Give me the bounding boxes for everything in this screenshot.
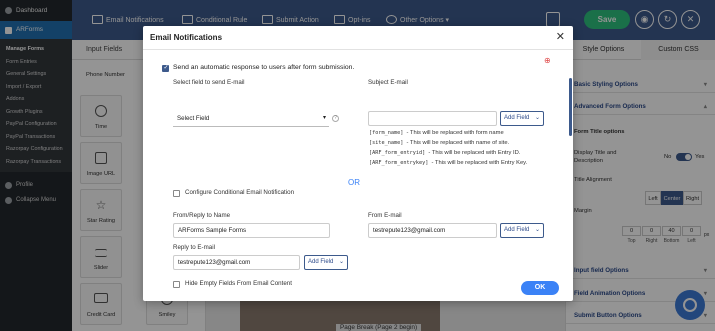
or-separator: OR <box>348 178 360 187</box>
help-icon[interactable]: ? <box>332 115 339 122</box>
shortcode-form-name-code: [form_name] <box>369 130 404 136</box>
from-email-add-field-label: Add Field <box>504 227 530 233</box>
modal-title: Email Notifications <box>143 26 573 50</box>
chevron-down-icon: ▾ <box>322 115 326 121</box>
subject-add-field-label: Add Field <box>504 115 530 121</box>
shortcode-entry-key: [ARF_form_entrykey] - This will be repla… <box>369 160 527 166</box>
shortcode-entry-id: [ARF_form_entryid] - This will be replac… <box>369 150 520 156</box>
shortcode-entry-key-desc: - This will be replaced with Entry Key. <box>431 160 528 166</box>
subject-add-field-button[interactable]: Add Field ⌄ <box>500 111 544 126</box>
select-field-label: Select field to send E-mail <box>173 79 245 86</box>
hide-empty-fields-label: Hide Empty Fields From Email Content <box>185 280 292 287</box>
from-reply-name-label: From/Reply to Name <box>173 212 231 219</box>
shortcode-form-name: [form_name] - This will be replaced with… <box>369 130 504 136</box>
close-icon: ✕ <box>555 31 565 43</box>
subject-email-label: Subject E-mail <box>368 79 408 86</box>
reply-to-email-label: Reply to E-mail <box>173 244 215 251</box>
subject-email-input[interactable] <box>368 111 497 126</box>
modal-scrollbar[interactable] <box>569 78 572 136</box>
reply-to-add-field-label: Add Field <box>308 259 334 265</box>
conditional-email-checkbox[interactable] <box>173 190 180 197</box>
send-auto-response-label: Send an automatic response to users afte… <box>173 64 355 71</box>
send-auto-response-checkbox[interactable] <box>162 64 169 72</box>
from-email-label: From E-mail <box>368 212 402 219</box>
select-field-value: Select Field <box>177 115 210 122</box>
shortcode-site-name-code: [site_name] <box>369 140 404 146</box>
modal-close-button[interactable]: ✕ <box>556 30 565 44</box>
modal-body: Send an automatic response to users afte… <box>143 50 573 301</box>
lifebuoy-help-icon[interactable]: ⊕ <box>544 56 551 65</box>
shortcode-entry-id-code: [ARF_form_entryid] <box>369 150 426 156</box>
shortcode-form-name-desc: - This will be replaced with form name <box>406 130 504 136</box>
ok-button[interactable]: OK <box>521 281 559 295</box>
from-email-input[interactable]: testrepute123@gmail.com <box>368 223 497 238</box>
chevron-down-icon: ⌄ <box>338 259 344 265</box>
select-field-dropdown[interactable]: Select Field ▾ <box>173 112 329 127</box>
hide-empty-fields-checkbox[interactable] <box>173 281 180 288</box>
shortcode-site-name-desc: - This will be replaced with name of sit… <box>406 140 510 146</box>
conditional-email-label: Configure Conditional Email Notification <box>185 189 295 196</box>
from-reply-name-input[interactable]: ARForms Sample Forms <box>173 223 330 238</box>
from-email-add-field-button[interactable]: Add Field ⌄ <box>500 223 544 238</box>
chevron-down-icon: ⌄ <box>534 227 540 233</box>
chevron-down-icon: ⌄ <box>534 115 540 121</box>
email-notifications-modal: Email Notifications ✕ Send an automatic … <box>143 26 573 301</box>
reply-to-email-input[interactable]: testrepute123@gmail.com <box>173 255 300 270</box>
reply-to-add-field-button[interactable]: Add Field ⌄ <box>304 255 348 270</box>
shortcode-site-name: [site_name] - This will be replaced with… <box>369 140 509 146</box>
shortcode-entry-key-code: [ARF_form_entrykey] <box>369 160 429 166</box>
shortcode-entry-id-desc: - This will be replaced with Entry ID. <box>428 150 521 156</box>
